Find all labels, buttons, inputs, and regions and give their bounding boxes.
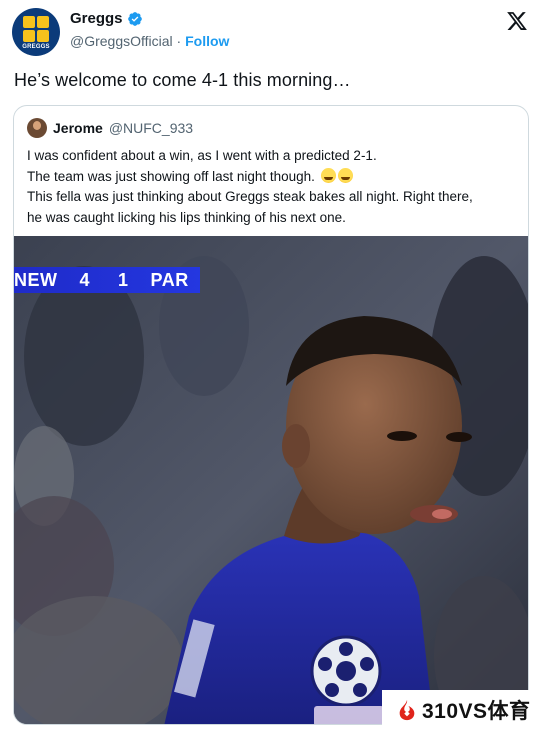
match-photo-illustration [14, 236, 528, 724]
quoted-line-with-emoji: The team was just showing off last night… [27, 167, 522, 188]
quoted-tweet[interactable]: Jerome @NUFC_933 I was confident about a… [13, 105, 529, 725]
scoreboard-home-score: 4 [79, 269, 91, 290]
quoted-avatar[interactable] [27, 118, 47, 138]
quoted-line: This fella was just thinking about Gregg… [27, 189, 473, 204]
handle-separator: · [176, 33, 182, 49]
flame-logo-icon [399, 699, 415, 720]
watermark-text: 310VS体育 [422, 699, 531, 723]
laughing-emoji-icon [337, 167, 353, 183]
verified-badge-icon [127, 11, 142, 26]
quoted-line: The team was just showing off last night… [27, 168, 315, 184]
account-name[interactable]: Greggs [70, 10, 123, 27]
quoted-tweet-header: Jerome @NUFC_933 [27, 118, 193, 138]
greggs-avatar[interactable]: GREGGS [12, 8, 60, 56]
scoreboard: NEW 4 1 PAR [14, 267, 200, 293]
follow-button[interactable]: Follow [185, 33, 229, 49]
quoted-handle[interactable]: @NUFC_933 [109, 120, 193, 136]
account-handle[interactable]: @GreggsOfficial [70, 33, 173, 49]
quoted-line: I was confident about a win, as I went w… [27, 148, 377, 163]
quoted-name[interactable]: Jerome [53, 120, 103, 136]
quoted-line: he was caught licking his lips thinking … [27, 209, 346, 225]
quoted-tweet-body: I was confident about a win, as I went w… [27, 146, 522, 228]
quoted-photo[interactable]: NEW 4 1 PAR [14, 236, 528, 724]
x-logo-icon[interactable] [506, 10, 528, 32]
tweet-header: GREGGS Greggs @GreggsOfficial · Follow [12, 8, 532, 58]
avatar-logo-text: GREGGS [22, 44, 50, 50]
tweet-text: He’s welcome to come 4-1 this morning… [14, 70, 351, 90]
account-info: Greggs @GreggsOfficial · Follow [70, 10, 229, 49]
site-watermark: 310VS体育 [382, 690, 542, 729]
scoreboard-away-score: 1 [118, 269, 129, 290]
scoreboard-home-team: NEW [14, 269, 58, 290]
scoreboard-away-team: PAR [150, 269, 189, 290]
laughing-emoji-icon [320, 167, 336, 183]
